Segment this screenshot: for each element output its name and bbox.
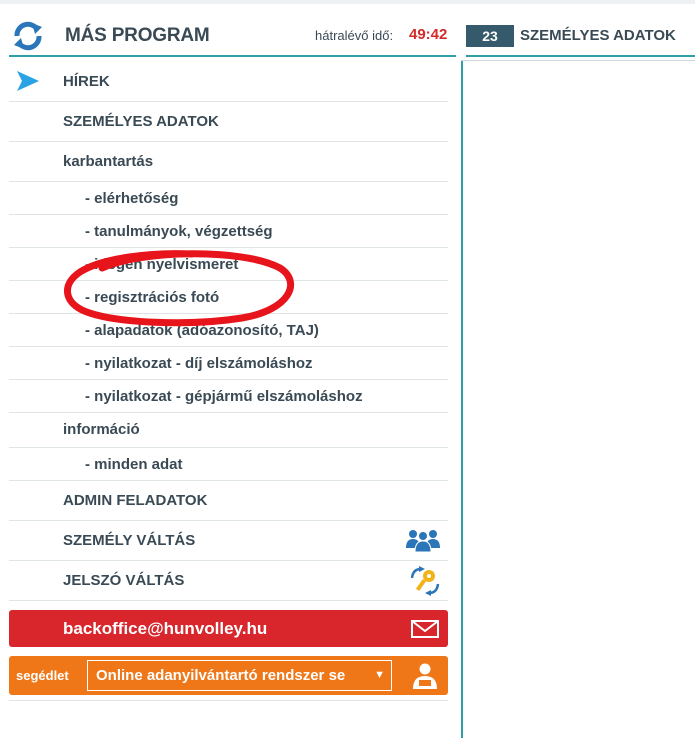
help-label: segédlet — [16, 668, 69, 683]
menu-item-admin-feladatok[interactable]: ADMIN FELADATOK — [9, 481, 448, 521]
menu-item-label: ADMIN FELADATOK — [63, 492, 208, 509]
keys-icon — [410, 566, 440, 596]
content-panel-border — [461, 60, 463, 738]
menu-item-label: - elérhetőség — [85, 190, 179, 207]
top-strip — [0, 0, 695, 4]
menu-item-nyilatkozat-gepjarmu[interactable]: - nyilatkozat - gépjármű elszámoláshoz — [9, 380, 448, 413]
content-panel-divider — [461, 60, 695, 61]
menu-item-label: - nyilatkozat - gépjármű elszámoláshoz — [85, 388, 363, 405]
sidebar-menu: HÍREK SZEMÉLYES ADATOK karbantartás - el… — [9, 62, 448, 601]
menu-item-label: JELSZÓ VÁLTÁS — [63, 572, 185, 589]
menu-item-label: - alapadatok (adóazonosító, TAJ) — [85, 322, 319, 339]
menu-item-label: SZEMÉLY VÁLTÁS — [63, 532, 196, 549]
app-header: MÁS PROGRAM hátralévő idő: 49:42 — [9, 15, 456, 57]
refresh-arrows-icon[interactable] — [11, 21, 45, 51]
menu-item-label: - nyilatkozat - díj elszámoláshoz — [85, 355, 313, 372]
menu-item-hirek[interactable]: HÍREK — [9, 62, 448, 102]
menu-item-szemely-valtas[interactable]: SZEMÉLY VÁLTÁS — [9, 521, 448, 561]
people-group-icon — [406, 530, 440, 552]
menu-item-informacio[interactable]: információ — [9, 413, 448, 448]
envelope-icon[interactable] — [411, 620, 439, 638]
menu-item-karbantartas[interactable]: karbantartás — [9, 142, 448, 182]
help-select-value: Online adanyilvántartó rendszer se — [96, 667, 346, 684]
timer-label: hátralévő idő: — [315, 28, 394, 43]
menu-item-label: HÍREK — [63, 73, 110, 90]
menu-item-nyilatkozat-dij[interactable]: - nyilatkozat - díj elszámoláshoz — [9, 347, 448, 380]
app-title[interactable]: MÁS PROGRAM — [65, 25, 210, 47]
menu-item-minden-adat[interactable]: - minden adat — [9, 448, 448, 481]
menu-item-idegen-nyelvismeret[interactable]: - idegen nyelvismeret — [9, 248, 448, 281]
menu-item-elerhetoseg[interactable]: - elérhetőség — [9, 182, 448, 215]
menu-item-szemelyes-adatok[interactable]: SZEMÉLYES ADATOK — [9, 102, 448, 142]
menu-item-label: - regisztrációs fotó — [85, 289, 220, 306]
timer-value: 49:42 — [409, 26, 448, 43]
help-document-select[interactable]: Online adanyilvántartó rendszer se ▼ — [87, 660, 392, 691]
menu-item-regisztracios-foto[interactable]: - regisztrációs fotó — [9, 281, 448, 314]
content-header: 23 SZEMÉLYES ADATOK — [466, 15, 695, 57]
menu-item-alapadatok[interactable]: - alapadatok (adóazonosító, TAJ) — [9, 314, 448, 347]
email-contact-bar[interactable]: backoffice@hunvolley.hu — [9, 610, 448, 647]
menu-item-label: információ — [63, 421, 140, 438]
menu-item-label: SZEMÉLYES ADATOK — [63, 113, 219, 130]
menu-item-label: - idegen nyelvismeret — [85, 256, 239, 273]
help-bar-divider — [9, 700, 448, 701]
person-icon[interactable] — [410, 663, 440, 689]
email-address[interactable]: backoffice@hunvolley.hu — [63, 619, 267, 639]
menu-item-label: karbantartás — [63, 153, 154, 170]
chevron-down-icon: ▼ — [374, 669, 385, 681]
menu-item-tanulmanyok[interactable]: - tanulmányok, végzettség — [9, 215, 448, 248]
menu-item-label: - minden adat — [85, 456, 183, 473]
count-badge: 23 — [466, 25, 514, 47]
menu-item-label: - tanulmányok, végzettség — [85, 223, 273, 240]
help-bar: segédlet Online adanyilvántartó rendszer… — [9, 656, 448, 695]
content-title: SZEMÉLYES ADATOK — [520, 27, 676, 44]
menu-item-jelszo-valtas[interactable]: JELSZÓ VÁLTÁS — [9, 561, 448, 601]
arrow-right-icon — [17, 71, 39, 91]
